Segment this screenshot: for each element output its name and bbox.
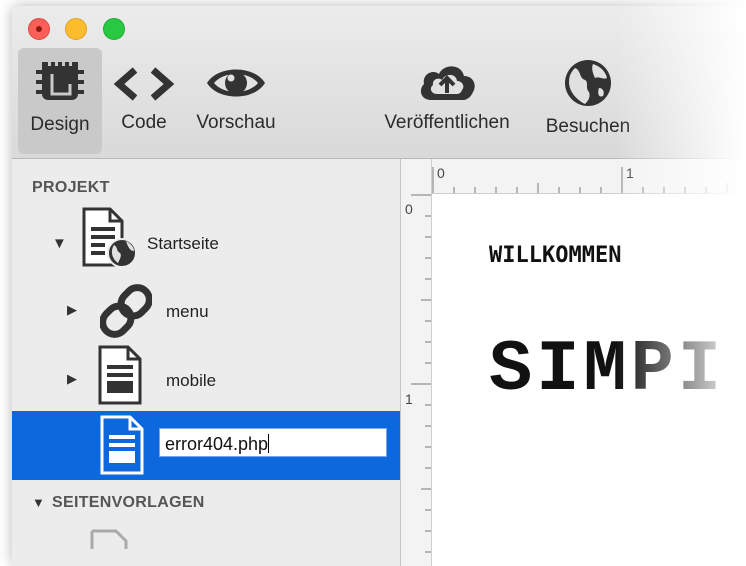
tree-item-label: mobile	[166, 371, 217, 390]
code-brackets-icon	[113, 67, 175, 101]
horizontal-ruler: 0 1	[401, 159, 746, 194]
rename-field-value: error404.php	[165, 434, 269, 454]
page-globe-icon	[82, 207, 137, 268]
cloud-upload-icon	[420, 66, 475, 100]
ruler-label: 0	[405, 201, 413, 217]
maximize-button[interactable]	[103, 18, 125, 40]
ruler-label: 1	[405, 391, 413, 407]
design-button[interactable]: Design	[18, 48, 102, 154]
app-window: Design Code Vorschau Veröffentlichen Bes…	[12, 6, 746, 566]
disclosure-open-icon[interactable]: ▼	[32, 495, 45, 510]
publish-button[interactable]: Veröffentlichen	[372, 50, 522, 134]
design-label: Design	[30, 114, 90, 135]
ruler-ticks	[432, 167, 728, 193]
section-templates-header: SEITENVORLAGEN	[52, 494, 205, 511]
disclosure-open-icon[interactable]: ▼	[52, 235, 67, 252]
globe-icon	[565, 60, 611, 106]
page-icon	[98, 345, 142, 405]
toolbar: Design Code Vorschau Veröffentlichen Bes…	[12, 6, 746, 159]
preview-label: Vorschau	[196, 112, 276, 133]
page-heading[interactable]: WILLKOMMEN	[489, 243, 621, 268]
visit-button[interactable]: Besuchen	[538, 50, 638, 138]
preview-button[interactable]: Vorschau	[190, 50, 282, 134]
publish-label: Veröffentlichen	[384, 112, 510, 133]
disclosure-closed-icon[interactable]: ▶	[67, 371, 77, 387]
project-sidebar: PROJEKT ▼ Startseite ▶ menu ▶ mobile err…	[12, 159, 401, 566]
disclosure-closed-icon[interactable]: ▶	[67, 302, 77, 318]
code-label: Code	[121, 112, 167, 133]
tree-item-label: menu	[166, 302, 209, 321]
vertical-ruler: 0 1	[401, 193, 432, 566]
ruler-corner	[401, 159, 432, 193]
link-icon	[100, 284, 152, 338]
ruler-label: 1	[626, 165, 634, 181]
text-caret	[268, 434, 270, 453]
page-icon	[90, 529, 128, 549]
chip-icon	[36, 60, 84, 100]
page-title[interactable]: SIMPI	[489, 329, 725, 411]
design-canvas[interactable]: 0 1 0 1 WILLKOMMEN SIMPI	[401, 159, 746, 566]
section-project-header: PROJEKT	[32, 179, 110, 196]
close-button[interactable]	[28, 18, 50, 40]
eye-icon	[207, 69, 265, 97]
tree-item-label: Startseite	[147, 234, 219, 253]
page-icon	[100, 415, 144, 475]
minimize-button[interactable]	[65, 18, 87, 40]
visit-label: Besuchen	[545, 116, 631, 137]
code-button[interactable]: Code	[112, 50, 176, 134]
rename-field[interactable]: error404.php	[159, 428, 387, 457]
ruler-label: 0	[437, 165, 445, 181]
ruler-ticks	[411, 194, 431, 553]
